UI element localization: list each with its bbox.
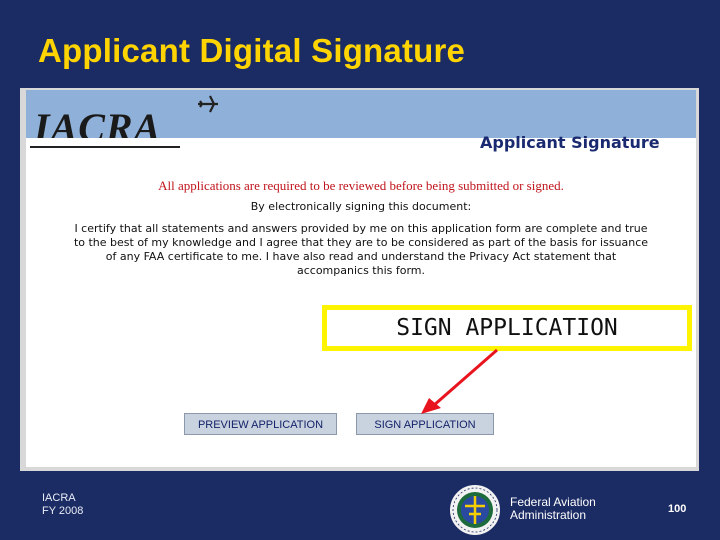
faa-name: Federal Aviation Administration: [510, 496, 596, 522]
iacra-window: IACRA Applicant Signature All applicatio…: [26, 90, 696, 467]
certification-line: of any FAA certificate to me. I have als…: [105, 250, 617, 263]
certification-line: I certify that all statements and answer…: [74, 222, 648, 235]
page-heading: Applicant Signature: [480, 133, 660, 152]
certification-line: to the best of my knowledge and I agree …: [73, 236, 649, 249]
slide-title: Applicant Digital Signature: [38, 32, 466, 69]
certification-text: I certify that all statements and answer…: [26, 222, 696, 278]
page-number: 100: [668, 503, 687, 515]
preview-application-button[interactable]: PREVIEW APPLICATION: [184, 413, 337, 435]
review-warning: All applications are required to be revi…: [158, 178, 564, 193]
footer-program: IACRA FY 2008: [42, 492, 83, 518]
certification-line: accompanics this form.: [296, 264, 426, 277]
logo-underline: [30, 146, 180, 148]
footer-program-name: IACRA: [42, 492, 76, 504]
pointer-arrow-icon: [421, 348, 498, 414]
screenshot-panel: IACRA Applicant Signature All applicatio…: [20, 88, 699, 471]
airplane-icon: [198, 95, 218, 113]
callout-label: SIGN APPLICATION: [327, 310, 687, 346]
signing-intro: By electronically signing this document:: [250, 200, 472, 213]
faa-name-line: Administration: [510, 508, 587, 522]
faa-seal-icon: [448, 483, 502, 537]
sign-application-callout: SIGN APPLICATION: [322, 305, 692, 351]
footer-fiscal-year: FY 2008: [42, 505, 84, 517]
